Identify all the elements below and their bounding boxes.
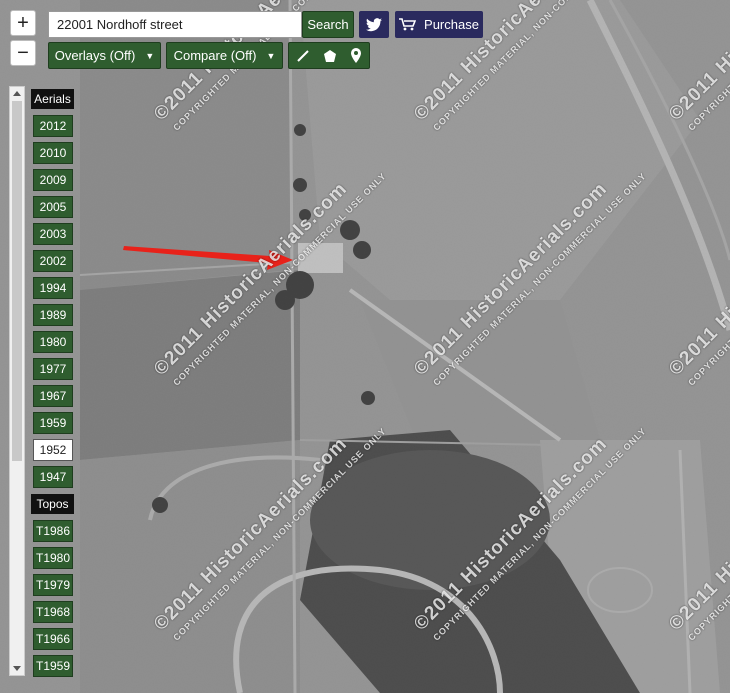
purchase-label: Purchase <box>424 17 479 32</box>
scroll-down-icon[interactable] <box>13 666 21 671</box>
draw-tools <box>288 42 370 69</box>
year-1994-button[interactable]: 1994 <box>33 277 73 299</box>
line-tool-icon[interactable] <box>296 49 310 63</box>
marker-tool-icon[interactable] <box>350 48 362 63</box>
year-2012-button[interactable]: 2012 <box>33 115 73 137</box>
scroll-up-icon[interactable] <box>13 91 21 96</box>
overlays-label: Overlays (Off) <box>54 48 136 63</box>
year-2009-button[interactable]: 2009 <box>33 169 73 191</box>
topo-t1966-button[interactable]: T1966 <box>33 628 73 650</box>
year-1989-button[interactable]: 1989 <box>33 304 73 326</box>
caret-down-icon: ▼ <box>266 50 276 61</box>
search-button[interactable]: Search <box>302 11 354 38</box>
topo-t1980-button[interactable]: T1980 <box>33 547 73 569</box>
aerial-map[interactable]: ©2011 HistoricAerials.comCOPYRIGHTED MAT… <box>0 0 730 693</box>
purchase-button[interactable]: Purchase <box>395 11 483 38</box>
year-list-scrollbar[interactable] <box>9 86 25 676</box>
twitter-button[interactable] <box>359 11 389 38</box>
shopping-cart-icon <box>399 18 417 31</box>
scroll-thumb[interactable] <box>12 101 22 461</box>
search-input[interactable] <box>48 11 302 38</box>
twitter-icon <box>366 17 382 31</box>
year-2002-button[interactable]: 2002 <box>33 250 73 272</box>
year-1947-button[interactable]: 1947 <box>33 466 73 488</box>
polygon-tool-icon[interactable] <box>323 49 337 63</box>
topos-header: Topos <box>31 494 74 514</box>
topo-t1986-button[interactable]: T1986 <box>33 520 73 542</box>
aerial-photo <box>0 0 730 693</box>
caret-down-icon: ▼ <box>145 50 155 61</box>
year-1959-button[interactable]: 1959 <box>33 412 73 434</box>
year-2003-button[interactable]: 2003 <box>33 223 73 245</box>
zoom-out-button[interactable]: − <box>10 40 36 66</box>
compare-dropdown[interactable]: Compare (Off) ▼ <box>166 42 283 69</box>
topo-t1959-button[interactable]: T1959 <box>33 655 73 677</box>
year-1967-button[interactable]: 1967 <box>33 385 73 407</box>
topo-t1968-button[interactable]: T1968 <box>33 601 73 623</box>
year-1952-button-selected[interactable]: 1952 <box>33 439 73 461</box>
compare-label: Compare (Off) <box>173 48 257 63</box>
year-2010-button[interactable]: 2010 <box>33 142 73 164</box>
overlays-dropdown[interactable]: Overlays (Off) ▼ <box>48 42 161 69</box>
year-1980-button[interactable]: 1980 <box>33 331 73 353</box>
topo-t1979-button[interactable]: T1979 <box>33 574 73 596</box>
zoom-in-button[interactable]: + <box>10 10 36 36</box>
year-2005-button[interactable]: 2005 <box>33 196 73 218</box>
year-1977-button[interactable]: 1977 <box>33 358 73 380</box>
aerials-header: Aerials <box>31 89 74 109</box>
